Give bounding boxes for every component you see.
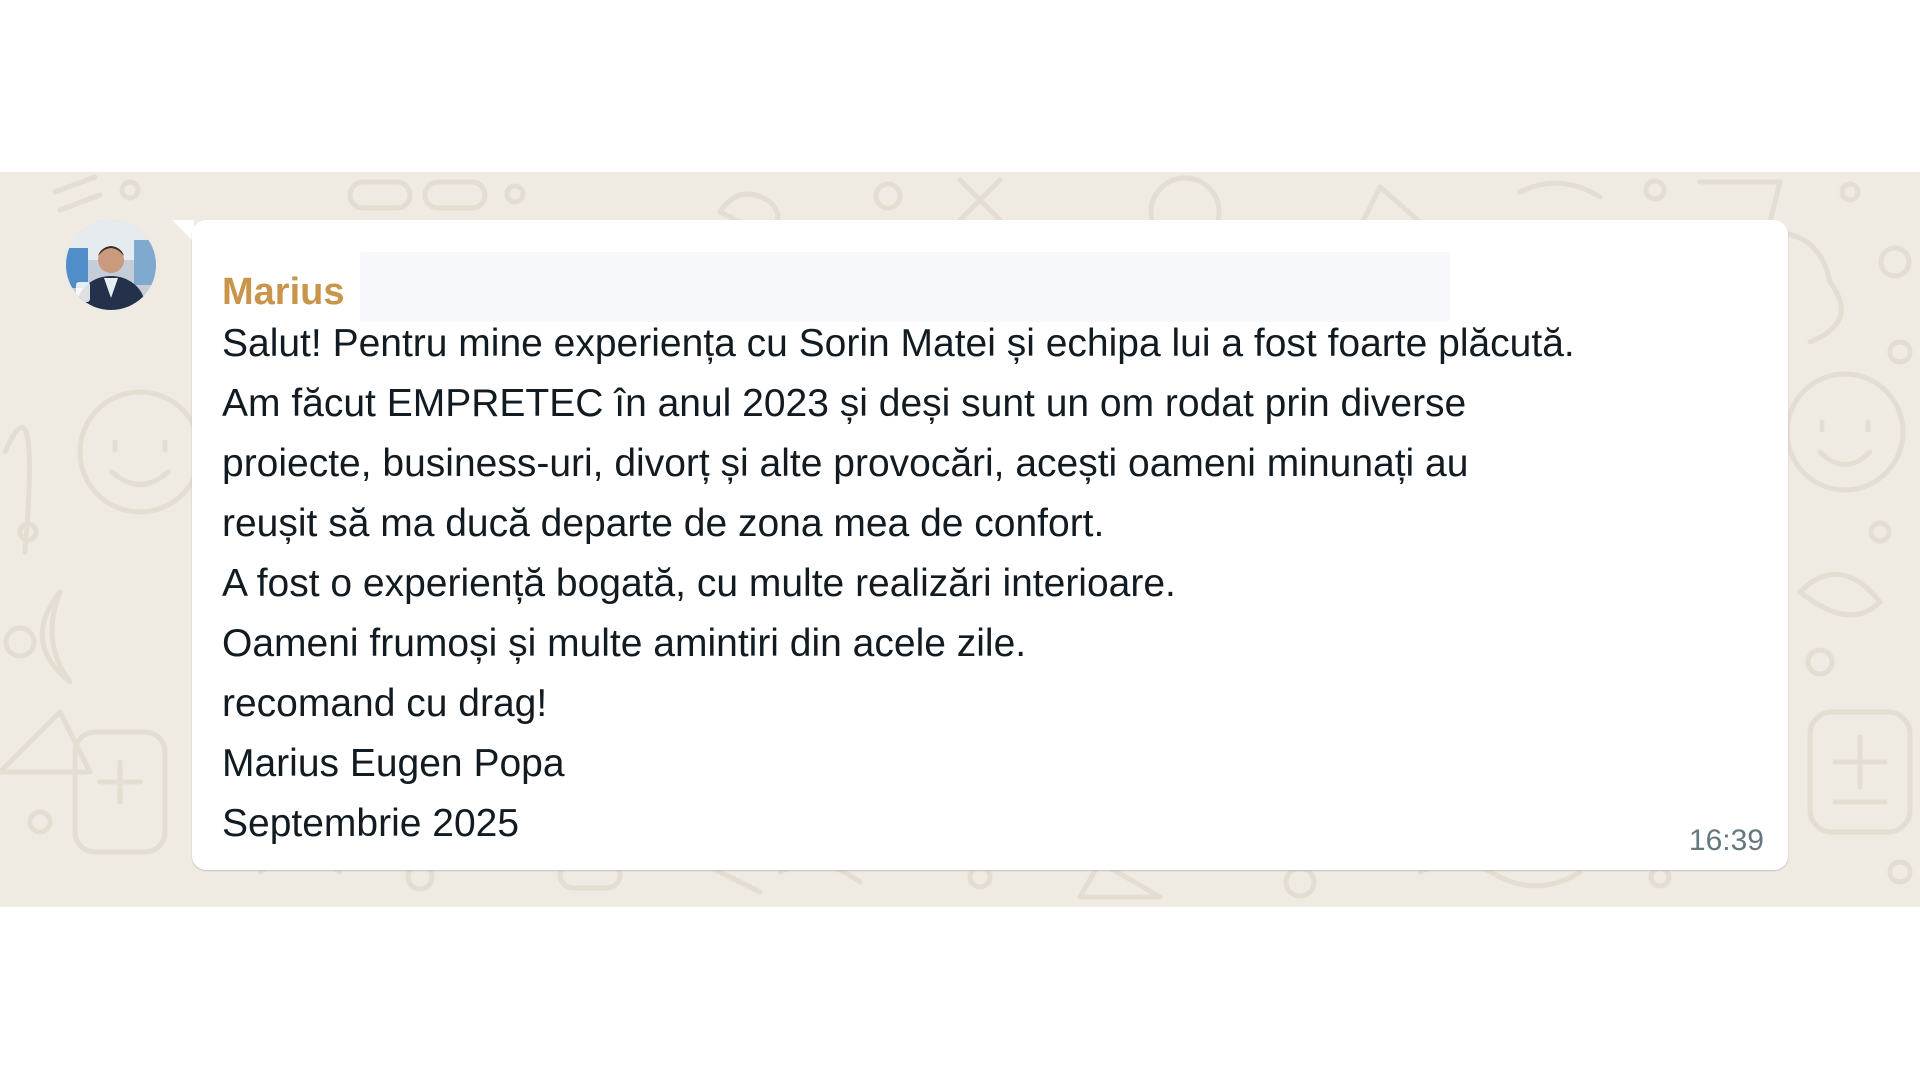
message-line: proiecte, business-uri, divorț și alte p… bbox=[222, 442, 1469, 485]
sender-phone-redacted bbox=[360, 252, 1450, 322]
message-timestamp: 16:39 bbox=[1688, 824, 1764, 857]
chat-panel: Marius Salut! Pentru mine experiența cu … bbox=[0, 172, 1920, 907]
message-line: Salut! Pentru mine experiența cu Sorin M… bbox=[222, 322, 1575, 365]
sender-header: Marius bbox=[222, 242, 1452, 322]
incoming-message-bubble[interactable]: Marius Salut! Pentru mine experiența cu … bbox=[192, 220, 1788, 870]
profile-photo-icon bbox=[66, 220, 156, 310]
sender-name[interactable]: Marius bbox=[222, 272, 344, 312]
page: Marius Salut! Pentru mine experiența cu … bbox=[0, 0, 1920, 1080]
message-line: Septembrie 2025 bbox=[222, 802, 520, 845]
message-line: Oameni frumoși și multe amintiri din ace… bbox=[222, 622, 1027, 665]
sender-avatar[interactable] bbox=[66, 220, 156, 310]
message-line: Am făcut EMPRETEC în anul 2023 și deși s… bbox=[222, 382, 1467, 425]
message-line: reușit să ma ducă departe de zona mea de… bbox=[222, 502, 1105, 545]
message-line: recomand cu drag! bbox=[222, 682, 548, 725]
message-text: Salut! Pentru mine experiența cu Sorin M… bbox=[222, 314, 1762, 854]
message-bubble-tail bbox=[172, 220, 194, 242]
message-line: Marius Eugen Popa bbox=[222, 742, 565, 785]
message-line: A fost o experiență bogată, cu multe rea… bbox=[222, 562, 1176, 605]
